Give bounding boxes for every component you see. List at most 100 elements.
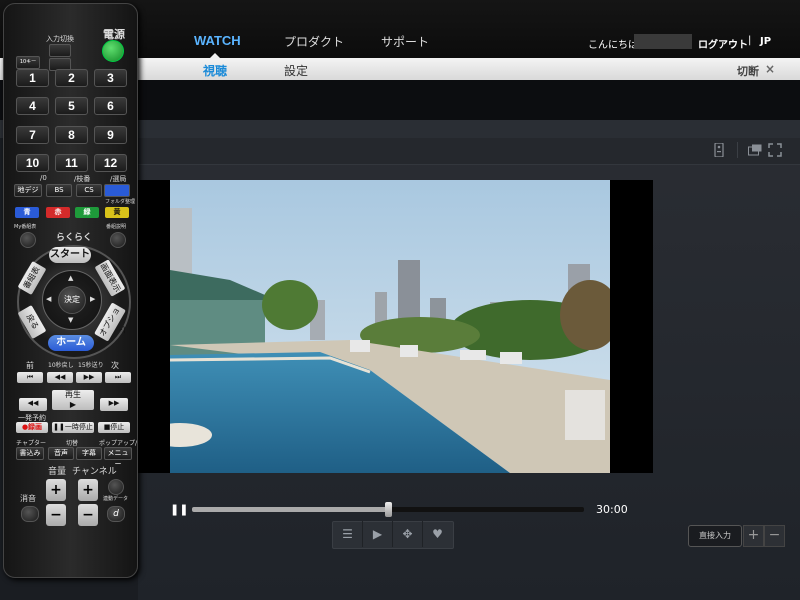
digit-10-button[interactable]: 10 — [16, 154, 49, 172]
digit-8-button[interactable]: 8 — [55, 126, 88, 144]
mute-label: 消音 — [20, 494, 36, 503]
volume-up-button[interactable]: + — [46, 479, 66, 501]
play-button[interactable]: 再生 ▶ — [52, 390, 94, 410]
fast-forward-button[interactable]: ▶▶ — [100, 398, 128, 411]
nav-products[interactable]: プロダクト — [284, 33, 344, 50]
bs-button[interactable]: BS — [46, 184, 72, 197]
digit-5-button[interactable]: 5 — [55, 97, 88, 115]
my-program-label: My番組表 — [14, 224, 37, 230]
next-button[interactable]: ⏭ — [105, 372, 131, 383]
yellow-button[interactable]: 黄 — [105, 207, 129, 218]
label-decide: /選局 — [110, 175, 127, 183]
my-program-button[interactable] — [20, 232, 36, 248]
start-button[interactable]: スタート — [49, 247, 91, 263]
pause-icon[interactable]: ❚❚ — [170, 503, 188, 516]
play-icon[interactable]: ▶ — [363, 521, 393, 547]
player-header — [138, 138, 800, 165]
language-link[interactable]: JP — [760, 36, 771, 47]
digit-3-button[interactable]: 3 — [94, 69, 127, 87]
home-button[interactable]: ホーム — [48, 335, 94, 351]
volume-down-button[interactable]: − — [46, 504, 66, 526]
select-station-button[interactable] — [104, 184, 130, 197]
channel-down-button[interactable]: − — [78, 504, 98, 526]
next-label: 次 — [111, 361, 119, 370]
digit-12-button[interactable]: 12 — [94, 154, 127, 172]
label-0: /0 — [40, 174, 47, 182]
digit-6-button[interactable]: 6 — [94, 97, 127, 115]
audio-button[interactable]: 音声 — [48, 447, 74, 460]
record-button[interactable]: ●録画 — [16, 422, 48, 433]
input-switch-label: 入力切換 — [46, 35, 74, 43]
digit-11-button[interactable]: 11 — [55, 154, 88, 172]
nav-separator: | — [748, 35, 752, 46]
tab-settings[interactable]: 設定 — [284, 62, 308, 79]
blue-button[interactable]: 青 — [15, 207, 39, 218]
heart-icon[interactable]: ♥ — [423, 521, 452, 547]
pause-button[interactable]: ❚❚一時停止 — [52, 422, 94, 433]
zoom-out-button[interactable]: − — [764, 525, 785, 547]
zoom-in-button[interactable]: + — [743, 525, 764, 547]
active-tab-caret — [209, 53, 221, 59]
disconnect-button[interactable]: 切断 — [737, 63, 759, 79]
up-arrow-icon: ▲ — [68, 274, 74, 282]
nav-watch[interactable]: WATCH — [194, 33, 241, 48]
green-button[interactable]: 緑 — [75, 207, 99, 218]
play-label: 再生 — [65, 390, 81, 399]
list-icon[interactable]: ☰ — [333, 521, 363, 547]
data-button[interactable]: d — [107, 506, 125, 522]
video-frame — [170, 180, 610, 473]
menu-button[interactable]: メニュー — [104, 447, 132, 468]
back10-button[interactable]: ◀◀ — [47, 372, 73, 383]
fwd15-button[interactable]: ▶▶ — [76, 372, 102, 383]
write-button[interactable]: 書込み — [16, 447, 44, 460]
digit-9-button[interactable]: 9 — [94, 126, 127, 144]
program-desc-label: 番組説明 — [106, 224, 127, 230]
input-switch-button[interactable] — [49, 44, 71, 57]
fwd15-label: 15秒送り — [78, 362, 104, 369]
channel-up-button[interactable]: + — [78, 479, 98, 501]
down-arrow-icon: ▼ — [68, 316, 74, 324]
volume-label: 音量 — [48, 467, 67, 477]
datalink-dot-button[interactable] — [108, 479, 124, 495]
subtitle-button[interactable]: 字幕 — [76, 447, 102, 460]
cs-button[interactable]: CS — [76, 184, 102, 197]
digit-1-button[interactable]: 1 — [16, 69, 49, 87]
window-icon[interactable] — [748, 144, 762, 156]
remote-control: 入力切換 電源 10キー 1 2 3 4 5 6 7 8 9 10 11 12 … — [3, 3, 138, 578]
seek-bar-fill — [192, 507, 388, 512]
back10-label: 10秒戻し — [48, 362, 74, 369]
tab-watch[interactable]: 視聴 — [203, 62, 227, 79]
channel-label: チャンネル — [72, 467, 117, 477]
direct-input-button[interactable]: 直接入力 — [688, 525, 742, 547]
digit-7-button[interactable]: 7 — [16, 126, 49, 144]
move-icon[interactable]: ✥ — [393, 521, 423, 547]
toggle-label: 切替 — [66, 440, 79, 447]
duration-label: 30:00 — [596, 503, 628, 516]
ten-key-button[interactable]: 10キー — [16, 56, 40, 69]
nav-support[interactable]: サポート — [381, 33, 429, 50]
close-icon[interactable]: × — [765, 62, 775, 76]
chapter-label: チャプター — [16, 440, 46, 447]
red-button[interactable]: 赤 — [46, 207, 70, 218]
prev-button[interactable]: ⏮ — [17, 372, 43, 383]
datalink-label: 連動データ — [103, 496, 129, 502]
rewind-button[interactable]: ◀◀ — [19, 398, 47, 411]
fullscreen-icon[interactable] — [768, 143, 782, 157]
mute-button[interactable] — [21, 506, 39, 522]
remote-icon[interactable] — [714, 143, 724, 157]
rakuraku-label: らくらく — [56, 233, 93, 243]
stop-button[interactable]: ■停止 — [98, 422, 130, 433]
terrestrial-button[interactable]: 地デジ — [14, 184, 42, 197]
enter-button[interactable]: 決定 — [58, 286, 86, 314]
folder-label: フォルダ整理 — [105, 199, 136, 205]
popup-label: ポップアップ/ — [99, 440, 138, 447]
digit-4-button[interactable]: 4 — [16, 97, 49, 115]
program-desc-button[interactable] — [110, 232, 126, 248]
power-button[interactable] — [102, 40, 124, 62]
seek-handle[interactable] — [385, 502, 392, 517]
left-arrow-icon: ◀ — [46, 295, 52, 303]
prev-label: 前 — [26, 361, 34, 370]
digit-2-button[interactable]: 2 — [55, 69, 88, 87]
logout-link[interactable]: ログアウト — [698, 36, 748, 51]
label-branch: /枝番 — [74, 175, 91, 183]
